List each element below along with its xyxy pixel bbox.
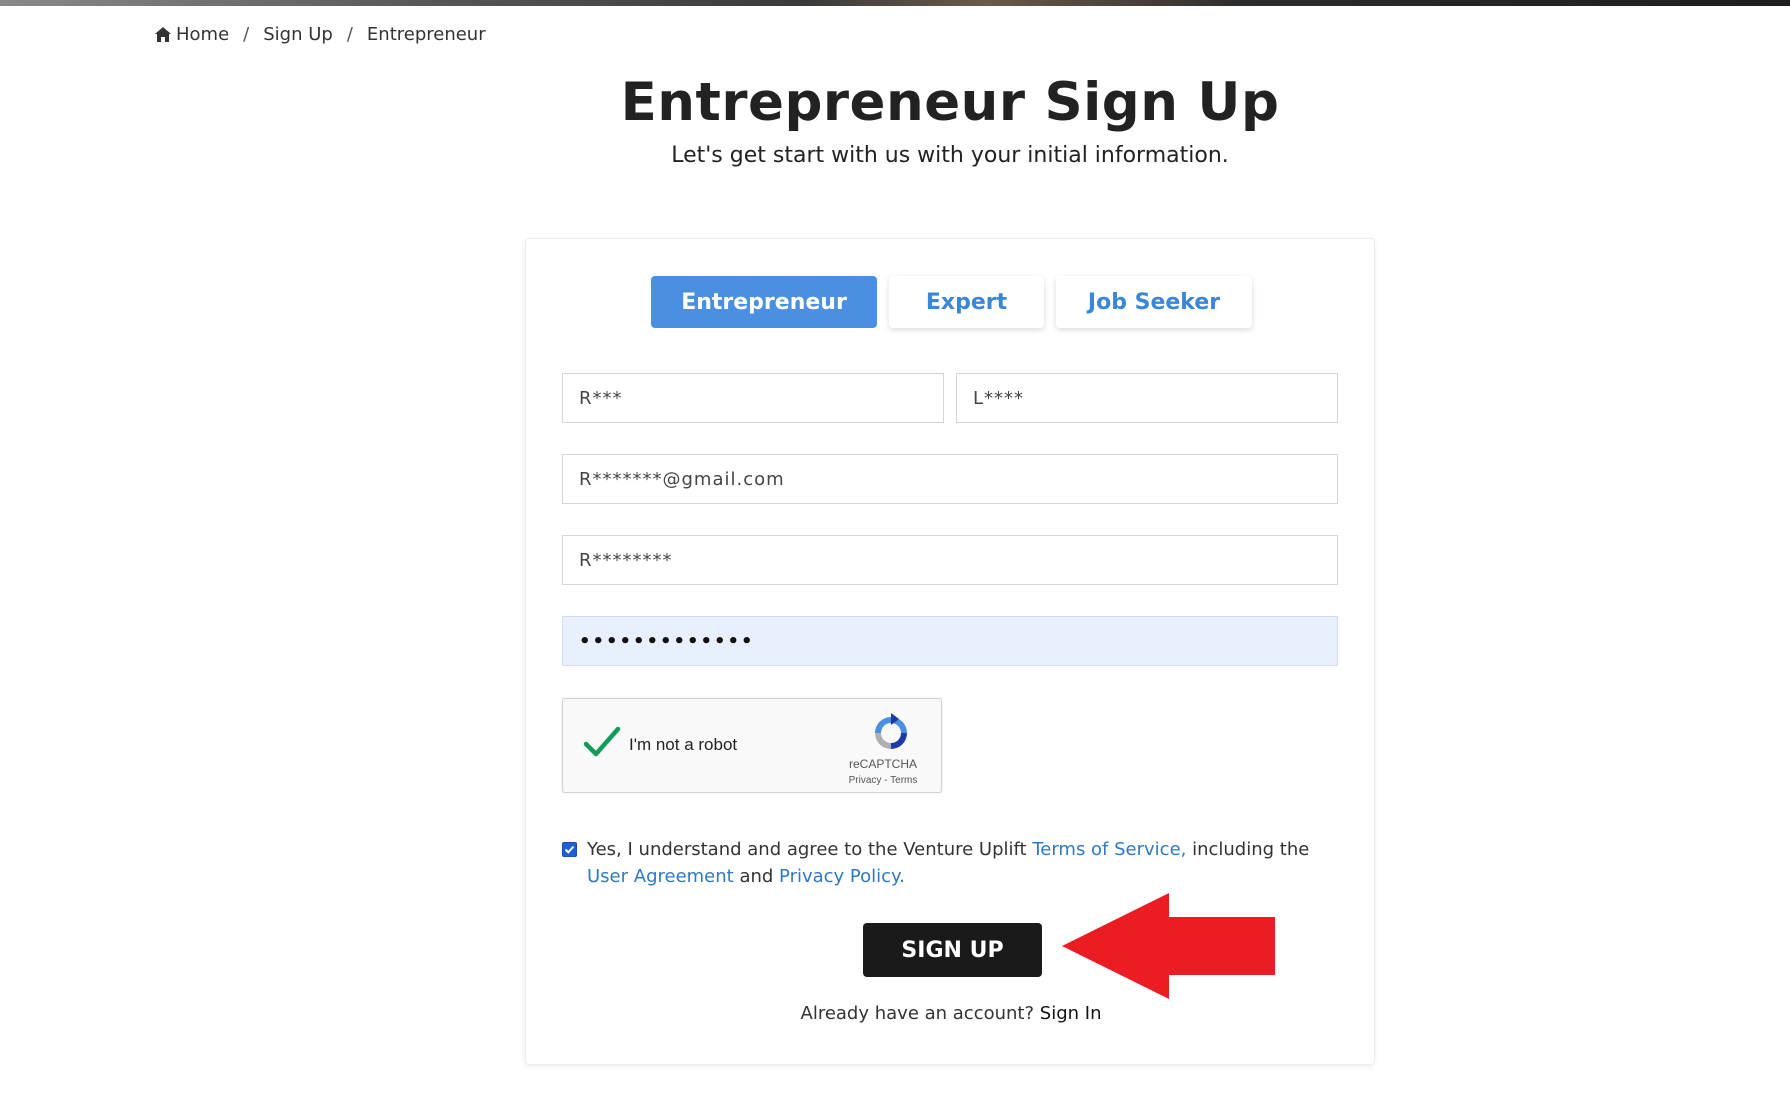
home-icon	[155, 27, 171, 42]
terms-agreement: Yes, I understand and agree to the Ventu…	[562, 836, 1322, 890]
agree-text-middle: including the	[1186, 839, 1310, 860]
privacy-policy-link[interactable]: Privacy Policy.	[779, 866, 905, 887]
breadcrumb-current: Entrepreneur	[366, 24, 486, 45]
page-subtitle: Let's get start with us with your initia…	[671, 143, 1229, 168]
last-name-field[interactable]: L****	[956, 373, 1338, 423]
recaptcha-widget: I'm not a robot reCAPTCHA Privacy - Term…	[562, 698, 942, 793]
breadcrumb: Home / Sign Up / Entrepreneur	[155, 24, 486, 45]
signin-prompt-text: Already have an account?	[800, 1003, 1035, 1024]
username-field[interactable]: R********	[562, 535, 1338, 585]
header-image-strip	[0, 0, 1790, 6]
terms-of-service-link[interactable]: Terms of Service,	[1032, 839, 1186, 860]
first-name-field[interactable]: R***	[562, 373, 944, 423]
breadcrumb-home-link[interactable]: Home	[176, 24, 229, 45]
breadcrumb-separator: /	[346, 24, 353, 45]
checkbox-check-icon	[564, 845, 575, 854]
email-field[interactable]: R*******@gmail.com	[562, 454, 1338, 504]
breadcrumb-signup-link[interactable]: Sign Up	[263, 24, 333, 45]
agree-text: Yes, I understand and agree to the Ventu…	[587, 836, 1322, 890]
agree-text-and: and	[733, 866, 780, 887]
recaptcha-checkmark-icon[interactable]	[583, 725, 621, 761]
account-type-tabs: Entrepreneur Expert Job Seeker	[651, 276, 1252, 328]
sign-in-link[interactable]: Sign In	[1040, 1003, 1102, 1024]
recaptcha-label: I'm not a robot	[629, 735, 738, 754]
tab-job-seeker[interactable]: Job Seeker	[1056, 276, 1252, 328]
breadcrumb-separator: /	[243, 24, 250, 45]
page-title: Entrepreneur Sign Up	[620, 72, 1280, 133]
signin-prompt: Already have an account? Sign In	[526, 1003, 1376, 1024]
sign-up-button[interactable]: SIGN UP	[863, 923, 1042, 977]
recaptcha-privacy-terms[interactable]: Privacy - Terms	[823, 775, 943, 786]
recaptcha-logo-icon	[875, 713, 907, 749]
agree-checkbox[interactable]	[562, 842, 577, 857]
user-agreement-link[interactable]: User Agreement	[587, 866, 734, 887]
recaptcha-brand: reCAPTCHA	[848, 757, 917, 771]
tab-expert[interactable]: Expert	[889, 276, 1044, 328]
password-field[interactable]: •••••••••••••	[562, 616, 1338, 666]
agree-text-before: Yes, I understand and agree to the Ventu…	[587, 839, 1033, 860]
tab-entrepreneur[interactable]: Entrepreneur	[651, 276, 877, 328]
red-arrow-annotation	[1062, 893, 1275, 999]
